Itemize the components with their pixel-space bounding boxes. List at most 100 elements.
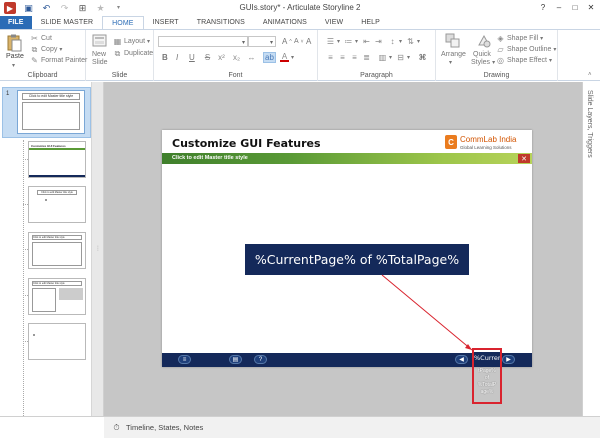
text-direction-button[interactable]: ⇅ ▾ [406, 37, 420, 46]
page-counter-textbox[interactable]: %CurrentPage% of %TotalPage% [245, 244, 469, 275]
cut-button[interactable]: ✂ Cut [30, 34, 52, 43]
thumbnail-layout-3[interactable]: Click to edit Master title style [28, 232, 86, 269]
columns-icon: ▥ [378, 53, 387, 62]
grow-font-button[interactable]: A ^ [282, 37, 292, 46]
slide-master-stage[interactable]: Customize GUI Features C CommLab India G… [162, 130, 532, 367]
italic-button[interactable]: I [176, 53, 178, 62]
tab-insert[interactable]: INSERT [144, 16, 188, 29]
thumbnail-layout-4[interactable]: Click to edit Master title style [28, 278, 86, 315]
copy-icon: ⧉ [31, 44, 38, 54]
close-icon[interactable]: ✕ [518, 154, 530, 163]
paragraph-group: ☰ ▾ ≔ ▾ ⇤ ⇥ ↕ ▾ ⇅ ▾ ≡ ≡ ≡ ≣ ▥ ▾ ⊟ ▾ ⌘ Paragrap… [318, 30, 436, 81]
slide-layers-triggers-tab[interactable]: Slide Layers, Triggers [586, 90, 593, 158]
align-text-button[interactable]: ⊟ ▾ [396, 53, 410, 62]
master-title-bar[interactable]: Click to edit Master title style ✕ [162, 153, 532, 164]
timeline-label[interactable]: Timeline, States, Notes [126, 423, 203, 432]
highlight-button[interactable]: ab [263, 52, 276, 63]
thumbnail-layout-5[interactable] [28, 323, 86, 360]
align-text-icon: ⊟ [397, 53, 404, 62]
line-spacing-button[interactable]: ↕ ▾ [388, 37, 403, 46]
shape-fill-icon: ◈ [497, 34, 504, 43]
increase-indent-button[interactable]: ⇥ [374, 37, 383, 46]
slide-title[interactable]: Customize GUI Features [172, 137, 321, 150]
paste-dropdown-icon[interactable]: ▾ [12, 62, 15, 69]
align-center-button[interactable]: ≡ [338, 53, 347, 62]
thumbnail-body [32, 242, 82, 266]
panel-splitter[interactable]: ⋮ [92, 82, 104, 416]
shrink-font-button[interactable]: A ˅ [294, 38, 304, 45]
layout-button[interactable]: ▦ Layout ▾ [113, 37, 150, 46]
thumbnail-title: Click to edit Master title style [32, 235, 82, 240]
help-window-button[interactable]: ? [536, 1, 550, 14]
thumbnail-layout-1[interactable]: Customize GUI Features [28, 141, 86, 178]
tab-home[interactable]: HOME [102, 16, 144, 29]
shape-fill-button[interactable]: ◈ Shape Fill ▾ [496, 34, 543, 43]
align-right-button[interactable]: ≡ [350, 53, 359, 62]
prev-button[interactable]: ◀ [455, 355, 468, 364]
new-slide-label: New [92, 51, 107, 58]
align-left-button[interactable]: ≡ [326, 53, 335, 62]
tab-file[interactable]: FILE [0, 16, 32, 29]
company-logo[interactable]: C CommLab India Global Learning Solution… [445, 134, 525, 153]
decrease-indent-button[interactable]: ⇤ [362, 37, 371, 46]
new-slide-icon[interactable] [92, 33, 108, 51]
arrange-button[interactable]: Arrange [441, 51, 466, 58]
shape-fill-label: Shape Fill [507, 35, 539, 42]
window-controls: ? – □ ✕ [536, 1, 598, 14]
new-slide-button[interactable]: New [92, 51, 106, 58]
timeline-bar[interactable]: ⏱ Timeline, States, Notes [104, 416, 600, 438]
shape-outline-label: Shape Outline [507, 46, 552, 53]
underline-button[interactable]: U [189, 53, 195, 62]
bullets-icon: ☰ [326, 37, 335, 46]
right-collapsed-panel[interactable]: Slide Layers, Triggers [582, 82, 600, 416]
arrange-dropdown-icon[interactable]: ▾ [449, 59, 452, 66]
font-color-button[interactable]: A ▾ [280, 52, 294, 62]
thumbnail-layout-2[interactable]: Click to edit Master title style [28, 186, 86, 223]
maximize-button[interactable]: □ [568, 1, 582, 14]
copy-button[interactable]: ⧉ Copy ▾ [30, 44, 63, 54]
minimize-button[interactable]: – [552, 1, 566, 14]
paste-button[interactable]: Paste [6, 53, 24, 60]
shape-outline-button[interactable]: ▱ Shape Outline ▾ [496, 45, 556, 54]
layout-icon: ▦ [113, 37, 122, 46]
bullets-button[interactable]: ☰ ▾ [326, 37, 340, 46]
tab-view[interactable]: VIEW [316, 16, 352, 29]
tab-help[interactable]: HELP [352, 16, 389, 29]
strikethrough-button[interactable]: S [203, 53, 212, 62]
thumbnail-slide-master[interactable]: Click to edit Master title style [17, 90, 85, 134]
overflow-highlight-box [472, 348, 502, 404]
numbering-button[interactable]: ≔ ▾ [344, 37, 359, 46]
paste-icon[interactable] [6, 34, 22, 52]
glossary-button[interactable]: ▤ [229, 355, 242, 364]
justify-button[interactable]: ≣ [362, 53, 371, 62]
shrink-font-label: A [294, 38, 299, 45]
format-painter-button[interactable]: ✎ Format Painter [30, 56, 87, 65]
char-spacing-button[interactable]: ↔ [247, 53, 256, 62]
commlab-logo-icon: C [445, 135, 457, 149]
quick-styles-button[interactable]: Quick [473, 51, 491, 58]
subscript-button[interactable]: x₂ [232, 53, 241, 62]
autofit-button[interactable]: ⌘ [418, 53, 427, 62]
font-size-select[interactable]: ▾ [248, 36, 276, 47]
highlight-icon: ab [265, 53, 274, 62]
close-window-button[interactable]: ✕ [584, 1, 598, 14]
paste-label: Paste [6, 53, 24, 60]
arrange-icon[interactable] [445, 33, 461, 51]
clear-format-button[interactable]: A [306, 37, 311, 46]
help-button[interactable]: ? [254, 355, 267, 364]
superscript-button[interactable]: x² [217, 53, 226, 62]
text-direction-icon: ⇅ [407, 37, 414, 46]
tab-slide-master[interactable]: SLIDE MASTER [32, 16, 103, 29]
bold-button[interactable]: B [162, 53, 168, 62]
tab-transitions[interactable]: TRANSITIONS [188, 16, 254, 29]
window-title: GUIs.story* - Articulate Storyline 2 [239, 3, 361, 12]
menu-button[interactable]: ≡ [178, 355, 191, 364]
columns-button[interactable]: ▥ ▾ [378, 53, 392, 62]
font-family-select[interactable]: ▾ [158, 36, 248, 47]
shape-effect-button[interactable]: ◎ Shape Effect ▾ [496, 56, 552, 65]
duplicate-button[interactable]: ⧉ Duplicate [113, 49, 154, 58]
tab-animations[interactable]: ANIMATIONS [254, 16, 316, 29]
master-title-placeholder[interactable]: Click to edit Master title style [172, 155, 248, 161]
quick-styles-icon[interactable] [476, 33, 492, 51]
collapse-ribbon-icon[interactable]: ˄ [588, 72, 592, 78]
